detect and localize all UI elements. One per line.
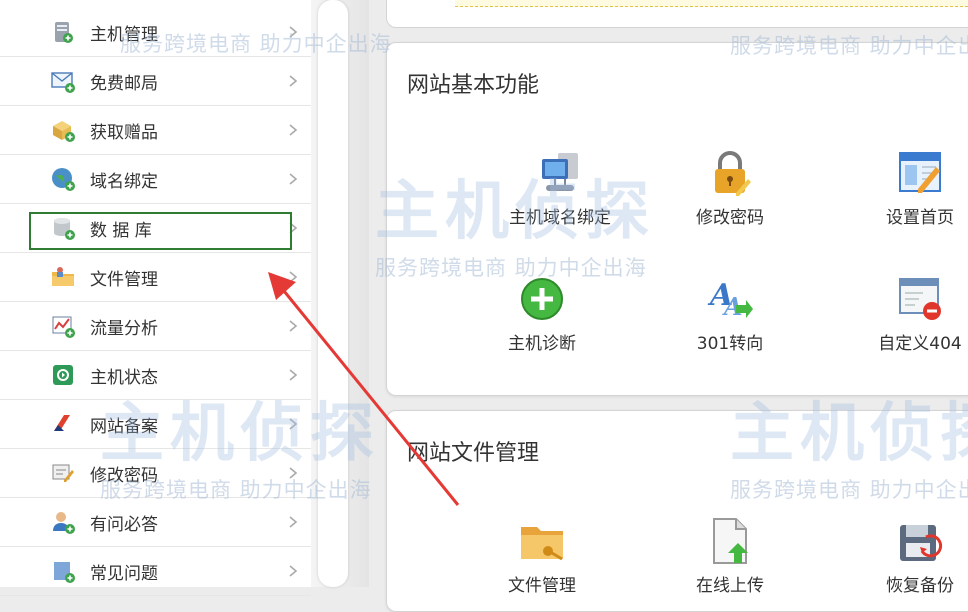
password-icon bbox=[50, 460, 76, 486]
folder-key-icon bbox=[521, 527, 563, 561]
folder-icon bbox=[50, 264, 76, 290]
func-label: 主机域名绑定 bbox=[509, 208, 611, 228]
sidebar-item-label: 获取赠品 bbox=[90, 122, 158, 143]
status-icon bbox=[50, 362, 76, 388]
func-file-management[interactable]: 文件管理 bbox=[467, 517, 617, 596]
chevron-right-icon bbox=[289, 271, 298, 283]
network-computer-icon bbox=[542, 153, 578, 191]
chevron-right-icon bbox=[289, 75, 298, 87]
func-301-redirect[interactable]: AA 301转向 bbox=[655, 275, 805, 354]
gift-box-icon bbox=[50, 117, 76, 143]
sidebar-item-traffic-analysis[interactable]: 流量分析 bbox=[0, 302, 311, 351]
globe-icon bbox=[50, 166, 76, 192]
user-question-icon bbox=[50, 509, 76, 535]
chevron-right-icon bbox=[289, 124, 298, 136]
func-label: 恢复备份 bbox=[886, 576, 954, 596]
faq-icon bbox=[50, 558, 76, 584]
func-label: 自定义404 bbox=[878, 334, 962, 354]
func-label: 修改密码 bbox=[696, 208, 764, 228]
func-host-domain-binding[interactable]: 主机域名绑定 bbox=[485, 149, 635, 228]
func-change-password[interactable]: 修改密码 bbox=[655, 149, 805, 228]
sidebar-item-file-management[interactable]: 文件管理 bbox=[0, 253, 311, 302]
sidebar-item-gift[interactable]: 获取赠品 bbox=[0, 106, 311, 155]
custom-404-icon bbox=[899, 278, 941, 320]
sidebar-item-label: 域名绑定 bbox=[90, 171, 158, 192]
func-label: 301转向 bbox=[696, 334, 764, 354]
panel-title: 网站基本功能 bbox=[407, 73, 540, 98]
upload-icon bbox=[713, 518, 748, 564]
sidebar-item-host-status[interactable]: 主机状态 bbox=[0, 351, 311, 400]
record-icon bbox=[50, 411, 76, 437]
sidebar-item-free-mail[interactable]: 免费邮局 bbox=[0, 57, 311, 106]
sidebar-item-faq[interactable]: 常见问题 bbox=[0, 547, 311, 596]
mail-icon bbox=[50, 68, 76, 94]
traffic-chart-icon bbox=[50, 313, 76, 339]
plus-circle-icon bbox=[521, 278, 563, 320]
sidebar-item-domain-binding[interactable]: 域名绑定 bbox=[0, 155, 311, 204]
chevron-right-icon bbox=[289, 467, 298, 479]
chevron-right-icon bbox=[289, 369, 298, 381]
sidebar-item-label: 常见问题 bbox=[90, 563, 158, 584]
func-label: 文件管理 bbox=[508, 576, 576, 596]
restore-backup-icon bbox=[900, 525, 943, 561]
func-online-upload[interactable]: 在线上传 bbox=[655, 517, 805, 596]
sidebar-item-label: 有问必答 bbox=[90, 514, 158, 535]
sidebar-item-label: 网站备案 bbox=[90, 416, 158, 437]
sidebar-item-website-record[interactable]: 网站备案 bbox=[0, 400, 311, 449]
lock-icon bbox=[715, 151, 751, 196]
func-label: 设置首页 bbox=[886, 208, 954, 228]
func-host-diagnosis[interactable]: 主机诊断 bbox=[467, 275, 617, 354]
scroll-rail[interactable] bbox=[318, 0, 348, 587]
sidebar-item-label: 主机状态 bbox=[90, 367, 158, 388]
sidebar-item-label: 免费邮局 bbox=[90, 73, 158, 94]
file-management-panel: 网站文件管理 文件管理 在线上传 恢复备份 bbox=[386, 410, 968, 612]
func-set-homepage[interactable]: 设置首页 bbox=[845, 149, 968, 228]
func-restore-backup[interactable]: 恢复备份 bbox=[845, 517, 968, 596]
sidebar-item-change-password[interactable]: 修改密码 bbox=[0, 449, 311, 498]
set-homepage-icon bbox=[899, 152, 941, 193]
chevron-right-icon bbox=[289, 320, 298, 332]
sidebar-item-qa[interactable]: 有问必答 bbox=[0, 498, 311, 547]
redirect-icon: AA bbox=[707, 278, 753, 321]
sidebar-item-label: 流量分析 bbox=[90, 318, 158, 339]
basic-functions-panel: 网站基本功能 主机域名绑定 修改密码 设置首页 主机诊断 AA 301转向 自定… bbox=[386, 42, 968, 396]
server-icon bbox=[50, 19, 76, 45]
chevron-right-icon bbox=[289, 173, 298, 185]
sidebar-item-label: 文件管理 bbox=[90, 269, 158, 290]
sidebar: 主机管理 免费邮局 获取赠品 域名绑定 数 据 库 文件管理 流量分析 主机状态… bbox=[0, 0, 312, 596]
chevron-right-icon bbox=[289, 516, 298, 528]
func-custom-404[interactable]: 自定义404 bbox=[845, 275, 968, 354]
sidebar-item-host-management[interactable]: 主机管理 bbox=[0, 8, 311, 57]
sidebar-item-label: 修改密码 bbox=[90, 465, 158, 486]
chevron-right-icon bbox=[289, 565, 298, 577]
sidebar-item-label: 主机管理 bbox=[90, 24, 158, 45]
func-label: 在线上传 bbox=[696, 576, 764, 596]
func-label: 主机诊断 bbox=[508, 334, 576, 354]
chevron-right-icon bbox=[289, 26, 298, 38]
notice-strip bbox=[455, 0, 968, 7]
database-highlight-box bbox=[29, 212, 292, 250]
panel-title: 网站文件管理 bbox=[407, 441, 540, 466]
chevron-right-icon bbox=[289, 418, 298, 430]
